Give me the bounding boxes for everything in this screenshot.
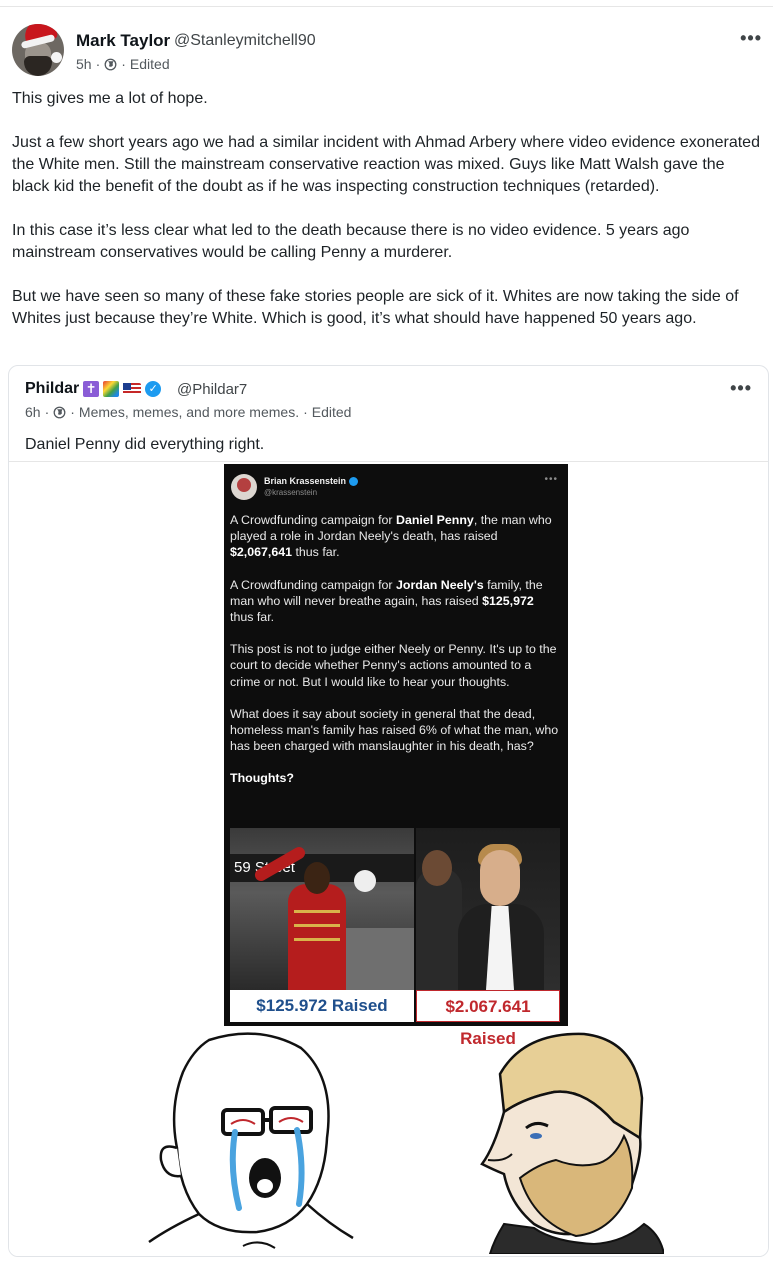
post-paragraph: But we have seen so many of these fake s… [12, 288, 739, 327]
author-handle[interactable]: @Stanleymitchell90 [174, 32, 316, 50]
globe-icon [53, 406, 66, 418]
avatar[interactable] [12, 24, 64, 76]
post-body: This gives me a lot of hope. Just a few … [12, 88, 762, 330]
more-horizontal-icon[interactable]: ••• [730, 378, 752, 399]
raised-neely-label: $125.972 Raised [230, 990, 414, 1022]
globe-icon [104, 58, 117, 70]
nordic-gamer-illustration [480, 1032, 664, 1254]
post-paragraph: This gives me a lot of hope. [12, 90, 208, 107]
cross-icon: ✝ [83, 381, 100, 397]
tweet-text: A Crowdfunding campaign for Daniel Penny… [230, 513, 559, 786]
quoted-time[interactable]: 6h [25, 404, 41, 420]
flag-emoji-icon [103, 381, 120, 397]
tweet-screenshot: Brian Krassenstein @krassenstein ••• A C… [224, 464, 568, 1048]
edited-label: Edited [311, 404, 352, 420]
verified-badge-icon: ✓ [145, 381, 162, 397]
quoted-author-handle[interactable]: @Phildar7 [177, 381, 247, 398]
post-header: Mark Taylor @Stanleymitchell90 5h · · Ed… [12, 24, 762, 76]
tweet-author: Brian Krassenstein [264, 476, 347, 486]
post-paragraph: In this case it’s less clear what led to… [12, 222, 690, 261]
verified-badge-icon [349, 476, 359, 486]
quoted-post-card[interactable]: Phildar ✝ ✓ @Phildar7 6h · · Memes, meme… [8, 365, 769, 1257]
more-horizontal-icon[interactable]: ••• [740, 28, 762, 49]
quoted-text: Daniel Penny did everything right. [25, 436, 265, 453]
post-time[interactable]: 5h [76, 56, 92, 72]
tweet-avatar [231, 474, 257, 500]
us-flag-icon [123, 383, 142, 395]
penny-photo [416, 828, 560, 990]
crying-wojak-illustration [148, 1032, 354, 1249]
neely-photo: 59 Street [230, 828, 414, 990]
tweet-handle: @krassenstein [264, 488, 318, 497]
quoted-author-name[interactable]: Phildar [25, 380, 79, 398]
meme-image[interactable]: Brian Krassenstein @krassenstein ••• A C… [9, 462, 768, 1256]
author-name[interactable]: Mark Taylor [76, 31, 170, 51]
quoted-meta: 6h · · Memes, memes, and more memes. · E… [25, 404, 352, 420]
group-link[interactable]: Memes, memes, and more memes. [79, 404, 299, 420]
more-horizontal-icon: ••• [544, 474, 558, 485]
post-paragraph: Just a few short years ago we had a simi… [12, 134, 760, 195]
raised-penny-label: $2.067.641 Raised [416, 990, 560, 1048]
top-divider [0, 6, 773, 7]
post-meta: 5h · · Edited [76, 56, 170, 72]
quoted-author[interactable]: Phildar ✝ ✓ [25, 380, 162, 398]
edited-label: Edited [129, 56, 170, 72]
